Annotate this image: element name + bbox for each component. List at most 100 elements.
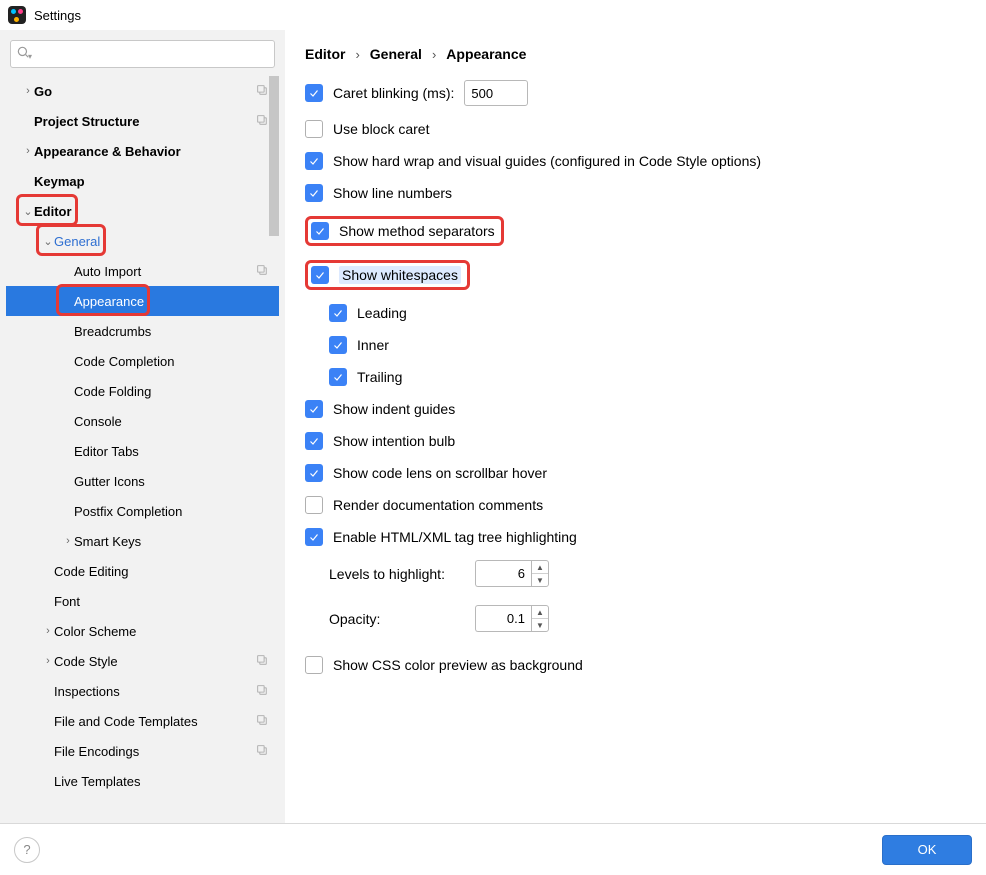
show-whitespaces-label: Show whitespaces bbox=[339, 266, 461, 284]
sidebar-item-keymap[interactable]: ·Keymap bbox=[6, 166, 279, 196]
caret-blinking-label: Caret blinking (ms): bbox=[333, 85, 454, 101]
breadcrumb-editor[interactable]: Editor bbox=[305, 46, 345, 62]
sidebar-item-live-templates[interactable]: ·Live Templates bbox=[6, 766, 279, 796]
breadcrumb-general[interactable]: General bbox=[370, 46, 422, 62]
chevron-down-icon[interactable]: ⌄ bbox=[42, 235, 54, 248]
sidebar-item-appearance-behavior[interactable]: ›Appearance & Behavior bbox=[6, 136, 279, 166]
chevron-right-icon[interactable]: › bbox=[22, 145, 34, 157]
caret-blinking-input[interactable] bbox=[464, 80, 528, 106]
html-highlight-checkbox[interactable] bbox=[305, 528, 323, 546]
ws-inner-checkbox[interactable] bbox=[329, 336, 347, 354]
method-separators-label: Show method separators bbox=[339, 223, 495, 239]
css-preview-checkbox[interactable] bbox=[305, 656, 323, 674]
sidebar-item-code-folding[interactable]: ·Code Folding bbox=[6, 376, 279, 406]
ws-leading-checkbox[interactable] bbox=[329, 304, 347, 322]
sidebar-item-label: Font bbox=[54, 594, 80, 609]
levels-stepper[interactable]: ▲▼ bbox=[531, 560, 549, 587]
levels-input[interactable] bbox=[475, 560, 531, 587]
chevron-down-icon[interactable]: ⌄ bbox=[22, 205, 34, 218]
project-scope-icon bbox=[256, 84, 269, 97]
opacity-stepper[interactable]: ▲▼ bbox=[531, 605, 549, 632]
opt-intention-bulb: Show intention bulb bbox=[305, 432, 966, 450]
ws-trailing-checkbox[interactable] bbox=[329, 368, 347, 386]
show-whitespaces-checkbox[interactable] bbox=[311, 266, 329, 284]
settings-tree: ›Go·Project Structure›Appearance & Behav… bbox=[6, 76, 279, 796]
project-scope-icon bbox=[256, 114, 269, 127]
sidebar-item-go[interactable]: ›Go bbox=[6, 76, 279, 106]
opt-css-preview: Show CSS color preview as background bbox=[305, 656, 966, 674]
chevron-right-icon[interactable]: › bbox=[42, 655, 54, 667]
use-block-caret-checkbox[interactable] bbox=[305, 120, 323, 138]
sidebar-item-label: Keymap bbox=[34, 174, 85, 189]
line-numbers-checkbox[interactable] bbox=[305, 184, 323, 202]
sidebar-item-file-and-code-templates[interactable]: ·File and Code Templates bbox=[6, 706, 279, 736]
chevron-up-icon[interactable]: ▲ bbox=[532, 606, 548, 619]
sidebar-item-editor-tabs[interactable]: ·Editor Tabs bbox=[6, 436, 279, 466]
indent-guides-label: Show indent guides bbox=[333, 401, 455, 417]
intention-bulb-checkbox[interactable] bbox=[305, 432, 323, 450]
sidebar-item-gutter-icons[interactable]: ·Gutter Icons bbox=[6, 466, 279, 496]
window-title: Settings bbox=[34, 8, 81, 23]
hard-wrap-checkbox[interactable] bbox=[305, 152, 323, 170]
sidebar-item-label: Appearance & Behavior bbox=[34, 144, 181, 159]
sidebar-item-label: Code Style bbox=[54, 654, 118, 669]
sidebar: ▾ ›Go·Project Structure›Appearance & Beh… bbox=[0, 30, 285, 823]
titlebar: Settings bbox=[0, 0, 986, 30]
sidebar-item-code-editing[interactable]: ·Code Editing bbox=[6, 556, 279, 586]
sidebar-item-font[interactable]: ·Font bbox=[6, 586, 279, 616]
method-separators-checkbox[interactable] bbox=[311, 222, 329, 240]
sidebar-item-code-style[interactable]: ›Code Style bbox=[6, 646, 279, 676]
sidebar-item-appearance[interactable]: ·Appearance bbox=[6, 286, 279, 316]
sidebar-item-file-encodings[interactable]: ·File Encodings bbox=[6, 736, 279, 766]
chevron-down-icon[interactable]: ▼ bbox=[532, 619, 548, 631]
opt-code-lens: Show code lens on scrollbar hover bbox=[305, 464, 966, 482]
ok-button[interactable]: OK bbox=[882, 835, 972, 865]
opt-levels: Levels to highlight: ▲▼ bbox=[305, 560, 966, 587]
chevron-down-icon[interactable]: ▼ bbox=[532, 574, 548, 586]
sidebar-item-editor[interactable]: ⌄Editor bbox=[6, 196, 279, 226]
opt-ws-inner: Inner bbox=[305, 336, 966, 354]
code-lens-checkbox[interactable] bbox=[305, 464, 323, 482]
opt-render-docs: Render documentation comments bbox=[305, 496, 966, 514]
scrollbar-thumb[interactable] bbox=[269, 76, 279, 236]
sidebar-item-general[interactable]: ⌄General bbox=[6, 226, 279, 256]
chevron-right-icon[interactable]: › bbox=[62, 535, 74, 547]
footer: ? OK bbox=[0, 823, 986, 875]
sidebar-item-console[interactable]: ·Console bbox=[6, 406, 279, 436]
sidebar-item-label: Code Folding bbox=[74, 384, 151, 399]
sidebar-item-label: Console bbox=[74, 414, 122, 429]
app-icon bbox=[8, 6, 26, 24]
sidebar-item-label: Editor Tabs bbox=[74, 444, 139, 459]
sidebar-item-breadcrumbs[interactable]: ·Breadcrumbs bbox=[6, 316, 279, 346]
search-icon bbox=[16, 45, 30, 59]
opt-html-highlight: Enable HTML/XML tag tree highlighting bbox=[305, 528, 966, 546]
sidebar-item-smart-keys[interactable]: ›Smart Keys bbox=[6, 526, 279, 556]
sidebar-item-postfix-completion[interactable]: ·Postfix Completion bbox=[6, 496, 279, 526]
sidebar-item-label: Appearance bbox=[74, 294, 144, 309]
render-docs-checkbox[interactable] bbox=[305, 496, 323, 514]
sidebar-item-label: Go bbox=[34, 84, 52, 99]
line-numbers-label: Show line numbers bbox=[333, 185, 452, 201]
opt-indent-guides: Show indent guides bbox=[305, 400, 966, 418]
caret-blinking-checkbox[interactable] bbox=[305, 84, 323, 102]
opt-method-separators: Show method separators bbox=[311, 222, 495, 240]
sidebar-item-inspections[interactable]: ·Inspections bbox=[6, 676, 279, 706]
sidebar-item-label: Code Editing bbox=[54, 564, 128, 579]
indent-guides-checkbox[interactable] bbox=[305, 400, 323, 418]
sidebar-item-project-structure[interactable]: ·Project Structure bbox=[6, 106, 279, 136]
ws-leading-label: Leading bbox=[357, 305, 407, 321]
opt-opacity: Opacity: ▲▼ bbox=[305, 605, 966, 632]
chevron-up-icon[interactable]: ▲ bbox=[532, 561, 548, 574]
sidebar-item-code-completion[interactable]: ·Code Completion bbox=[6, 346, 279, 376]
search-input[interactable] bbox=[10, 40, 275, 68]
chevron-right-icon[interactable]: › bbox=[22, 85, 34, 97]
opacity-input[interactable] bbox=[475, 605, 531, 632]
render-docs-label: Render documentation comments bbox=[333, 497, 543, 513]
sidebar-item-auto-import[interactable]: ·Auto Import bbox=[6, 256, 279, 286]
help-button[interactable]: ? bbox=[14, 837, 40, 863]
sidebar-item-color-scheme[interactable]: ›Color Scheme bbox=[6, 616, 279, 646]
levels-label: Levels to highlight: bbox=[329, 566, 461, 582]
code-lens-label: Show code lens on scrollbar hover bbox=[333, 465, 547, 481]
chevron-right-icon[interactable]: › bbox=[42, 625, 54, 637]
sidebar-item-label: File Encodings bbox=[54, 744, 139, 759]
